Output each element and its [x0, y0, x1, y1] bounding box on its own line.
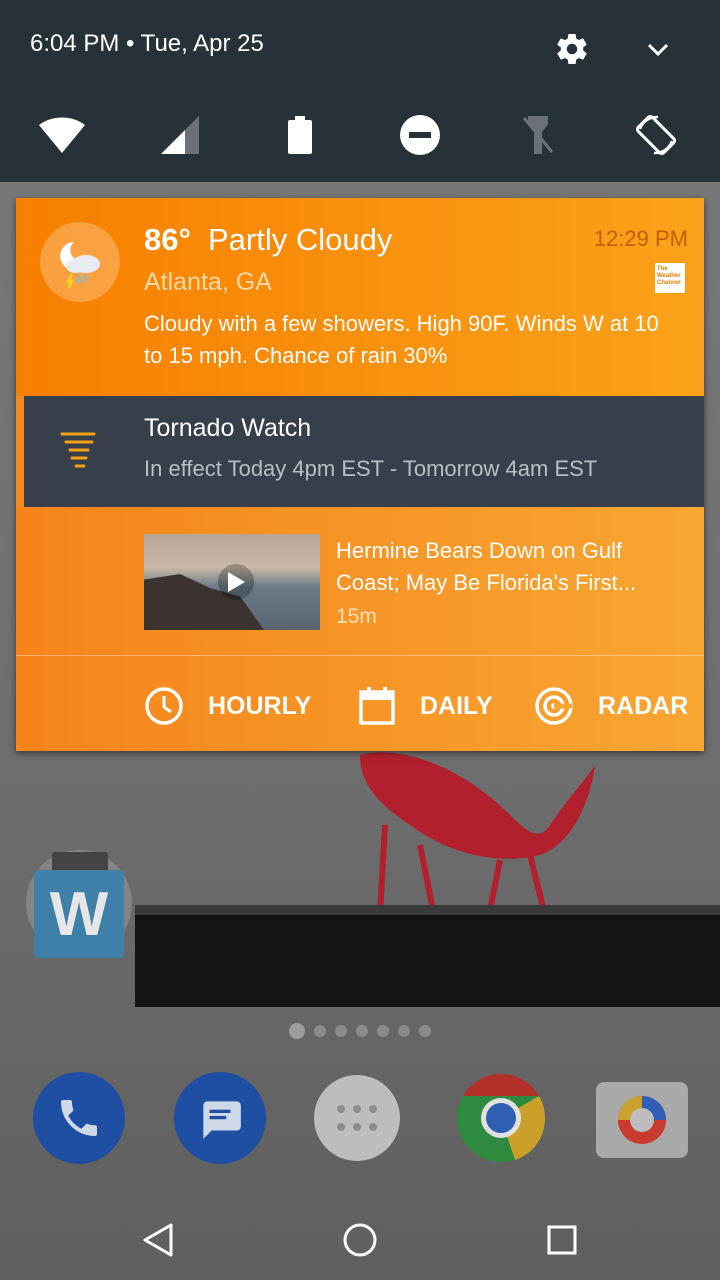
cellular-tile[interactable] [152, 110, 208, 160]
clock-icon [145, 687, 183, 725]
home-button[interactable] [330, 1210, 390, 1270]
condition: Partly Cloudy [208, 222, 393, 257]
temperature: 86° [144, 222, 191, 257]
weather-widget[interactable]: W [26, 850, 132, 960]
gear-icon [557, 34, 587, 65]
widget-tile[interactable]: W [34, 870, 124, 958]
alert-title: Tornado Watch [144, 414, 312, 442]
time-date: 6:04 PM • Tue, Apr 25 [30, 30, 264, 57]
weather-channel-logo: The Weather Channel [654, 262, 686, 294]
play-icon [228, 572, 245, 592]
flashlight-off-icon [522, 116, 554, 154]
hourly-button[interactable]: HOURLY [144, 686, 311, 726]
page-dot [377, 1025, 389, 1037]
chair-image [360, 752, 595, 921]
page-dot [314, 1025, 326, 1037]
video-story[interactable]: Hermine Bears Down on Gulf Coast; May Be… [16, 507, 704, 655]
page-dot [398, 1025, 410, 1037]
notification-header[interactable]: 86° Partly Cloudy Atlanta, GA 12:29 PM T… [16, 198, 704, 396]
daily-button[interactable]: DAILY [358, 686, 493, 726]
recents-button[interactable] [532, 1210, 592, 1270]
page-dot-active [289, 1023, 305, 1039]
page-dot [419, 1025, 431, 1037]
forecast-summary: Cloudy with a few showers. High 90F. Win… [144, 311, 659, 368]
camera-icon [618, 1096, 666, 1144]
alert-subtitle: In effect Today 4pm EST - Tomorrow 4am E… [144, 456, 598, 481]
page-dot [335, 1025, 347, 1037]
page-indicator [0, 1022, 720, 1040]
weather-notification[interactable]: 86° Partly Cloudy Atlanta, GA 12:29 PM T… [16, 198, 704, 751]
camera-app[interactable] [596, 1082, 688, 1158]
recents-icon [547, 1225, 577, 1255]
daily-label: DAILY [420, 691, 493, 720]
quick-settings-panel: 6:04 PM • Tue, Apr 25 [0, 0, 720, 182]
chrome-icon [457, 1074, 546, 1162]
widget-letter: W [49, 879, 109, 949]
do-not-disturb-icon [400, 115, 440, 155]
dock [0, 1072, 720, 1172]
navigation-bar [0, 1190, 720, 1280]
flashlight-tile[interactable] [510, 110, 566, 160]
messages-app[interactable] [174, 1072, 266, 1164]
radar-button[interactable]: RADAR [534, 686, 688, 726]
settings-button[interactable] [551, 28, 593, 70]
radar-icon [535, 687, 573, 725]
notification-actions: HOURLY DAILY RADAR [16, 655, 704, 751]
shelf [135, 915, 720, 1007]
tornado-icon [60, 432, 96, 468]
tornado-watch-alert[interactable]: Tornado Watch In effect Today 4pm EST - … [16, 396, 704, 507]
play-button[interactable] [218, 564, 254, 600]
phone-icon [61, 1100, 97, 1136]
app-drawer[interactable] [314, 1075, 400, 1161]
back-icon [143, 1223, 173, 1257]
location: Atlanta, GA [144, 268, 272, 296]
auto-rotate-icon [635, 114, 677, 156]
chevron-down-icon [647, 43, 669, 57]
hourly-label: HOURLY [208, 691, 312, 720]
phone-app[interactable] [33, 1072, 125, 1164]
dnd-tile[interactable] [392, 110, 448, 160]
back-button[interactable] [128, 1210, 188, 1270]
messages-icon [203, 1101, 241, 1139]
calendar-icon [359, 687, 395, 725]
alert-accent-bar [16, 396, 24, 507]
chrome-app[interactable] [455, 1072, 547, 1164]
cellular-signal-icon [161, 116, 199, 154]
expand-button[interactable] [638, 30, 678, 70]
weather-condition-icon [40, 222, 120, 302]
auto-rotate-tile[interactable] [628, 110, 684, 160]
story-title: Hermine Bears Down on Gulf Coast; May Be… [336, 538, 637, 595]
home-icon [343, 1223, 377, 1257]
battery-icon [288, 116, 312, 154]
video-thumbnail[interactable] [144, 534, 320, 630]
page-dot [356, 1025, 368, 1037]
notification-time: 12:29 PM [593, 226, 688, 251]
wifi-tile[interactable] [34, 110, 90, 160]
wifi-icon [39, 117, 85, 153]
app-drawer-icon [337, 1105, 377, 1131]
story-age: 15m [336, 605, 377, 628]
battery-tile[interactable] [272, 110, 328, 160]
radar-label: RADAR [598, 691, 689, 720]
